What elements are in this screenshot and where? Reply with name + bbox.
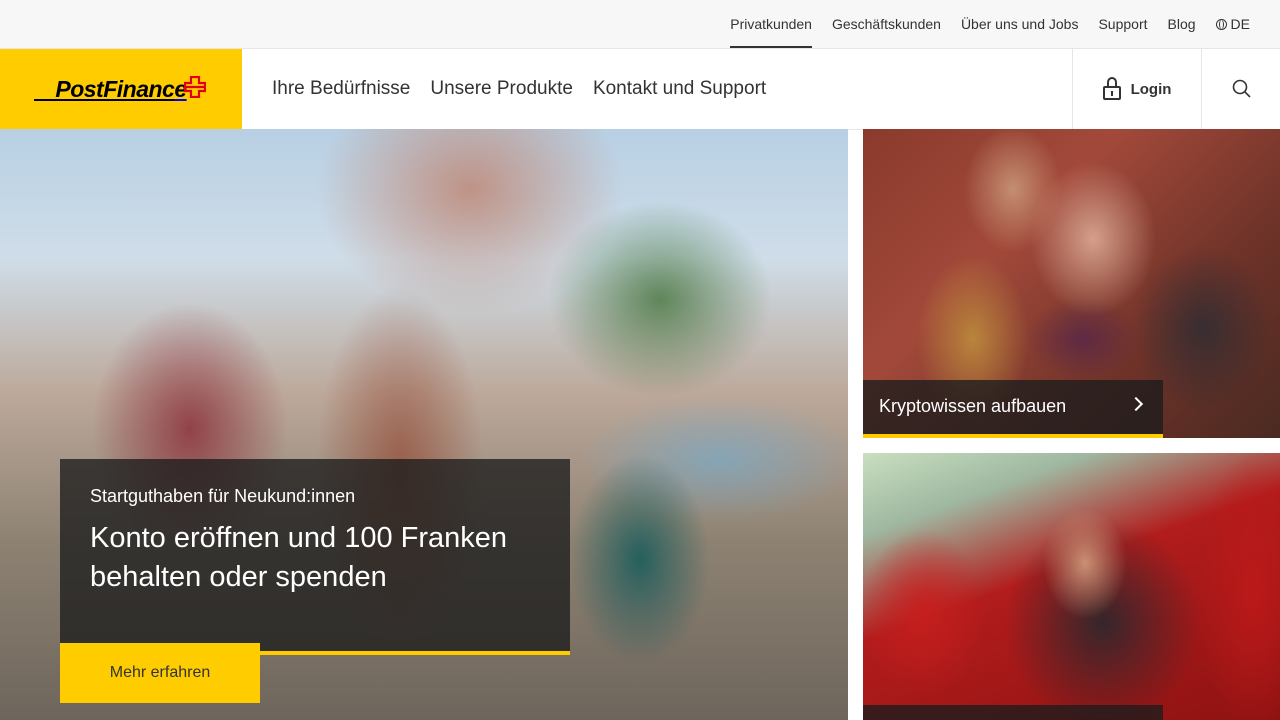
main-nav: Ihre Bedürfnisse Unsere Produkte Kontakt… (272, 49, 766, 129)
top-utility-bar: Privatkunden Geschäftskunden Über uns un… (0, 0, 1280, 49)
tile-caption-partial (863, 705, 1163, 720)
topnav-ueber-uns-und-jobs[interactable]: Über uns und Jobs (961, 0, 1079, 48)
lock-icon (1102, 77, 1121, 101)
mehr-erfahren-button[interactable]: Mehr erfahren (60, 643, 260, 703)
hero-banner[interactable]: Startguthaben für Neukund:innen Konto er… (0, 129, 848, 720)
tile-caption-text: Kryptowissen aufbauen (879, 396, 1067, 416)
logo-underline (34, 99, 174, 101)
nav-unsere-produkte[interactable]: Unsere Produkte (430, 78, 573, 100)
nav-kontakt-und-support[interactable]: Kontakt und Support (593, 78, 766, 100)
hero-title: Konto eröffnen und 100 Franken behalten … (90, 522, 508, 593)
swiss-cross-icon (184, 76, 206, 98)
topnav-privatkunden[interactable]: Privatkunden (730, 0, 812, 48)
globe-icon (1215, 18, 1227, 30)
topnav-blog[interactable]: Blog (1168, 0, 1196, 48)
topnav-geschaeftskunden[interactable]: Geschäftskunden (832, 0, 941, 48)
main-header: PostFinance Ihre Bedürfnisse Unsere Prod… (0, 49, 1280, 130)
audience-nav: Privatkunden Geschäftskunden Über uns un… (730, 0, 1250, 48)
hero-eyebrow: Startguthaben für Neukund:innen (90, 486, 356, 506)
topnav-support[interactable]: Support (1098, 0, 1147, 48)
search-button[interactable] (1201, 49, 1280, 129)
teaser-tile-auto[interactable] (863, 453, 1280, 720)
login-label: Login (1130, 80, 1172, 98)
login-button[interactable]: Login (1072, 49, 1201, 129)
hero-text-panel: Startguthaben für Neukund:innen Konto er… (60, 459, 570, 655)
teaser-tile-krypto[interactable]: Kryptowissen aufbauen (863, 129, 1280, 438)
postfinance-logo[interactable]: PostFinance (0, 49, 242, 129)
language-switcher[interactable]: DE (1215, 16, 1250, 32)
chevron-right-icon (1128, 396, 1144, 412)
nav-ihre-beduerfnisse[interactable]: Ihre Bedürfnisse (272, 78, 410, 100)
search-icon (1232, 79, 1251, 98)
tile-caption: Kryptowissen aufbauen (863, 380, 1163, 438)
language-label: DE (1230, 16, 1250, 32)
